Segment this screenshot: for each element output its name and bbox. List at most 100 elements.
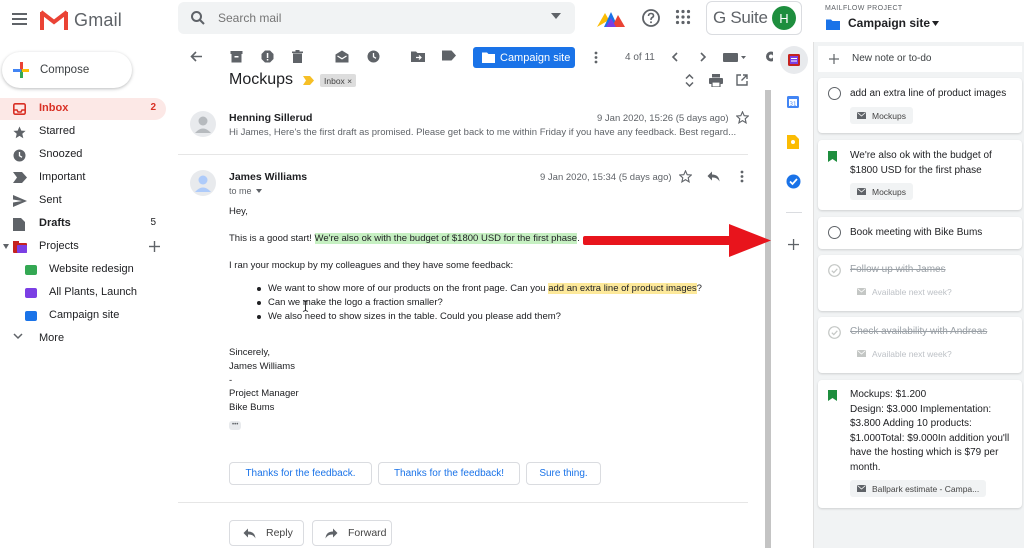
inbox-label-chip[interactable]: Inbox × [320,74,357,87]
todo-checkbox[interactable] [828,226,841,239]
completed-todo-card[interactable]: Check availability with Andreas Availabl… [818,317,1022,373]
sidebar-item-more[interactable]: More [0,328,166,350]
highlighted-budget-text[interactable]: We're also ok with the budget of $1800 U… [314,233,578,244]
label-tag-icon[interactable] [442,50,456,61]
smart-reply-1[interactable]: Thanks for the feedback. [229,462,372,485]
svg-text:31: 31 [790,101,797,107]
expand-collapse-icon[interactable] [684,74,695,87]
star-outline-icon[interactable] [736,111,749,124]
collapse-caret-icon[interactable] [3,244,9,249]
open-new-window-icon[interactable] [736,74,748,86]
tasks-icon[interactable] [786,174,801,189]
mail-icon [857,350,866,357]
report-spam-icon[interactable] [261,50,274,63]
sidebar-item-label: Drafts [39,217,71,229]
label-color-swatch [25,265,37,275]
card-email-chip[interactable]: Mockups [850,107,914,124]
new-note-input[interactable]: New note or to-do [852,53,932,64]
delete-icon[interactable] [292,50,303,63]
search-input[interactable] [218,9,518,27]
chevron-right-icon[interactable] [700,52,707,62]
get-addons-plus-icon[interactable] [788,239,799,250]
show-trimmed-content-button[interactable]: ••• [229,421,242,430]
label-campaign-site-button[interactable]: Campaign site [473,47,575,68]
note-card[interactable]: Mockups: $1.200 Design: $3.000 Implement… [818,380,1022,508]
draft-icon [13,218,25,231]
star-outline-icon[interactable] [679,170,692,183]
calendar-icon[interactable]: 31 [787,96,799,108]
card-text: Mockups: $1.200 Design: $3.000 Implement… [850,389,1010,473]
thread-subject: Mockups [229,71,294,88]
recipient-caret-icon[interactable] [256,189,262,193]
compose-button[interactable]: Compose [2,52,132,88]
keep-notes-icon[interactable] [787,135,799,149]
search-options-icon[interactable] [551,13,561,19]
card-email-chip[interactable]: Ballpark estimate - Campa... [850,480,987,497]
message-divider [178,154,748,155]
sidebar-item-website-redesign[interactable]: Website redesign [0,259,166,281]
gsuite-account-box[interactable]: G Suite H [706,1,802,35]
sidebar-item-snoozed[interactable]: Snoozed [0,144,166,166]
smart-reply-3[interactable]: Sure thing. [526,462,601,485]
project-title[interactable]: Campaign site [848,16,930,30]
account-avatar[interactable]: H [772,6,796,30]
sidebar-item-campaign-site[interactable]: Campaign site [0,305,166,327]
sidebar-item-drafts[interactable]: Drafts 5 [0,213,166,235]
message-sender[interactable]: James Williams [229,171,307,183]
mark-unread-icon[interactable] [335,50,349,63]
forward-button[interactable]: Forward [312,520,392,546]
sidebar-item-sent[interactable]: Sent [0,190,166,212]
card-text: We're also ok with the budget of $1800 U… [850,150,992,176]
chip-text: Mockups [872,186,907,197]
check-done-icon[interactable] [828,326,841,339]
move-to-icon[interactable] [411,50,425,62]
chevron-left-icon[interactable] [671,52,678,62]
message-sender[interactable]: Henning Sillerud [229,112,312,124]
sidebar-item-label: Campaign site [49,309,120,321]
sidebar-item-starred[interactable]: Starred [0,121,166,143]
search-icon[interactable] [190,10,206,26]
card-text: Book meeting with Bike Bums [850,227,983,238]
todo-card[interactable]: Book meeting with Bike Bums [818,217,1022,249]
bullet-dot [257,287,261,291]
reply-button[interactable]: Reply [229,520,304,546]
check-done-icon[interactable] [828,264,841,277]
completed-todo-card[interactable]: Follow up with James Available next week… [818,255,1022,311]
keyboard-icon[interactable] [723,53,747,62]
message-snippet[interactable]: Hi James, Here's the first draft as prom… [229,127,749,138]
new-note-row[interactable]: New note or to-do [818,46,1022,72]
highlighted-product-images-text[interactable]: add an extra line of product images [548,283,697,294]
sidebar-item-projects[interactable]: Projects [0,236,166,258]
sidebar-item-important[interactable]: Important [0,167,166,189]
more-vert-icon[interactable] [594,51,598,64]
note-card[interactable]: We're also ok with the budget of $1800 U… [818,140,1022,210]
card-email-chip[interactable]: Mockups [850,183,914,200]
recipient-line[interactable]: to me [229,186,252,196]
card-email-chip[interactable]: Available next week? [850,345,959,362]
print-icon[interactable] [709,74,723,87]
main-menu-icon[interactable] [10,9,30,29]
sidebar-item-all-plants-launch[interactable]: All Plants, Launch [0,282,166,304]
important-marker-icon[interactable] [303,76,314,85]
more-vert-icon[interactable] [740,170,744,183]
search-bar[interactable] [178,2,575,34]
card-email-chip[interactable]: Available next week? [850,283,959,300]
mailflow-addon-button[interactable] [780,46,808,74]
plus-icon [829,54,839,64]
back-arrow-icon[interactable] [190,50,203,63]
reply-icon[interactable] [707,171,720,182]
smart-reply-2[interactable]: Thanks for the feedback! [378,462,520,485]
snooze-icon[interactable] [367,50,380,63]
add-label-icon[interactable] [149,241,160,252]
help-icon[interactable] [641,8,661,28]
sidebar-item-inbox[interactable]: Inbox 2 [0,98,166,120]
project-dropdown-icon[interactable] [932,21,939,26]
todo-checkbox[interactable] [828,87,841,100]
archive-icon[interactable] [230,50,243,63]
todo-card[interactable]: add an extra line of product images Mock… [818,78,1022,133]
apps-grid-icon[interactable] [675,9,691,25]
gmail-logo[interactable]: Gmail [40,6,122,34]
mail-scrollbar[interactable] [765,90,771,548]
mailflow-extension-icon[interactable] [597,9,625,27]
annotation-arrow-icon [583,222,773,260]
